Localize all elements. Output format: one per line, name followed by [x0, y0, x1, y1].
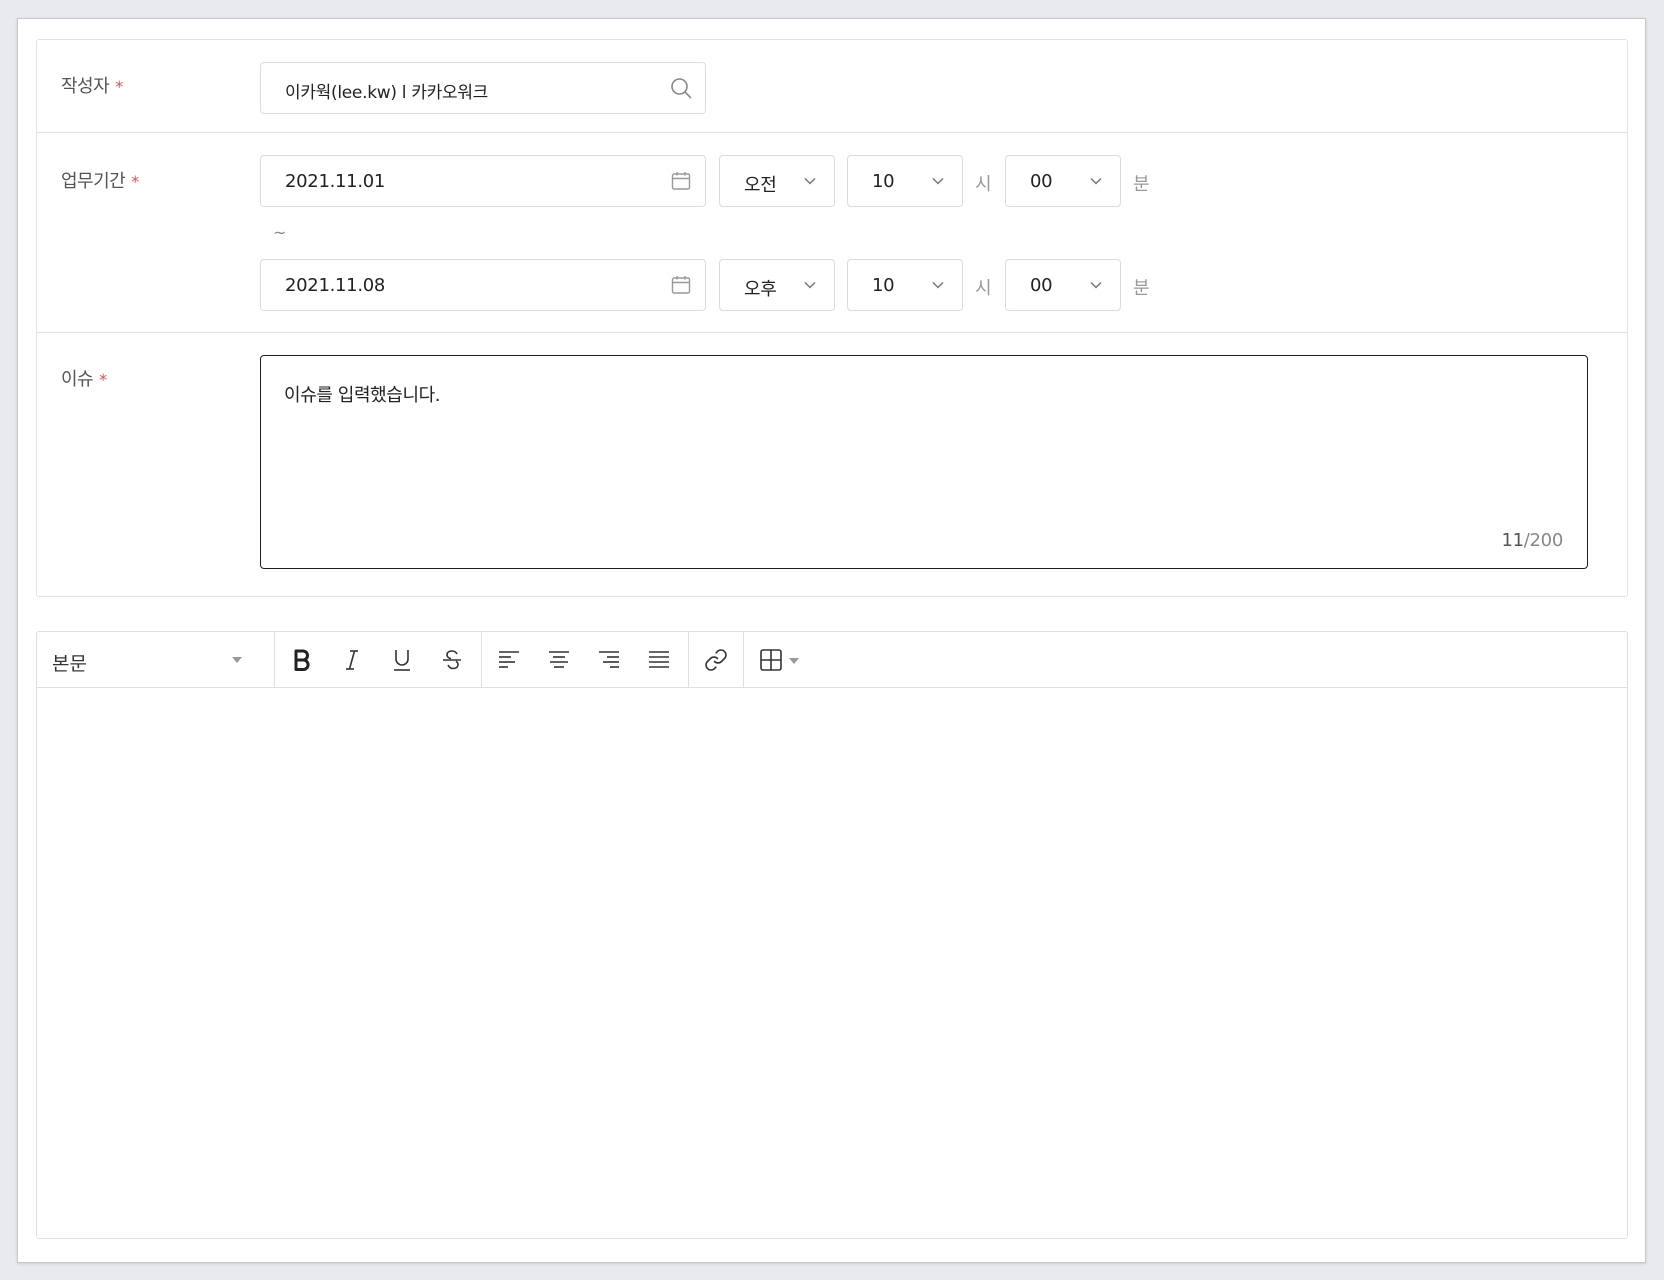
chevron-down-icon [932, 281, 944, 289]
author-value: 이카웍(lee.kw) l 카카오워크 [285, 83, 489, 103]
strikethrough-icon[interactable] [438, 646, 466, 674]
end-ampm-select[interactable]: 오후 [719, 259, 835, 311]
required-mark: * [131, 172, 139, 191]
text-format-group [275, 632, 482, 687]
issue-text-value: 이슈를 입력했습니다. [284, 385, 441, 406]
table-icon[interactable] [757, 646, 785, 674]
align-center-icon[interactable] [545, 646, 573, 674]
caret-down-icon[interactable] [788, 656, 800, 666]
start-hour-select[interactable]: 10 [847, 155, 963, 207]
period-label-text: 업무기간 [61, 171, 126, 192]
link-icon[interactable] [702, 646, 730, 674]
start-ampm-select[interactable]: 오전 [719, 155, 835, 207]
underline-icon[interactable] [388, 646, 416, 674]
end-date-value: 2021.11.08 [285, 275, 386, 296]
alignment-group [482, 632, 689, 687]
issue-textarea[interactable]: 이슈를 입력했습니다. 11/200 [260, 355, 1588, 569]
rich-text-editor: 본문 [36, 631, 1628, 1239]
paragraph-style-value: 본문 [52, 653, 87, 675]
required-mark: * [99, 370, 107, 389]
form-panel: 작성자 * 이카웍(lee.kw) l 카카오워크 업무기간 * 2021.11.0… [36, 39, 1628, 597]
char-max: 200 [1529, 530, 1564, 551]
caret-down-icon [232, 657, 242, 663]
align-left-icon[interactable] [495, 646, 523, 674]
issue-label: 이슈 * [61, 365, 107, 391]
chevron-down-icon [932, 177, 944, 185]
period-label: 업무기간 * [61, 167, 139, 193]
editor-toolbar: 본문 [37, 632, 1627, 688]
italic-icon[interactable] [338, 646, 366, 674]
minute-unit-label: 분 [1133, 278, 1150, 299]
start-hour-value: 10 [872, 171, 895, 192]
chevron-down-icon [804, 281, 816, 289]
paragraph-style-select[interactable]: 본문 [37, 632, 275, 687]
start-ampm-value: 오전 [744, 175, 777, 196]
table-group [744, 632, 814, 687]
period-separator: ~ [273, 223, 287, 242]
start-minute-select[interactable]: 00 [1005, 155, 1121, 207]
author-label: 작성자 * [61, 72, 123, 98]
bold-icon[interactable] [288, 646, 316, 674]
end-minute-select[interactable]: 00 [1005, 259, 1121, 311]
hour-unit-label: 시 [975, 278, 992, 299]
chevron-down-icon [1090, 177, 1102, 185]
chevron-down-icon [804, 177, 816, 185]
author-label-text: 작성자 [61, 76, 110, 97]
author-row: 작성자 * 이카웍(lee.kw) l 카카오워크 [37, 40, 1627, 133]
end-ampm-value: 오후 [744, 279, 777, 300]
required-mark: * [115, 77, 123, 96]
end-minute-value: 00 [1030, 275, 1053, 296]
start-minute-value: 00 [1030, 171, 1053, 192]
calendar-icon[interactable] [669, 169, 693, 193]
start-date-value: 2021.11.01 [285, 171, 386, 192]
form-card: 작성자 * 이카웍(lee.kw) l 카카오워크 업무기간 * 2021.11.0… [17, 18, 1646, 1263]
minute-unit-label: 분 [1133, 174, 1150, 195]
hour-unit-label: 시 [975, 174, 992, 195]
link-group [689, 632, 744, 687]
author-search-field[interactable]: 이카웍(lee.kw) l 카카오워크 [260, 62, 706, 114]
end-hour-select[interactable]: 10 [847, 259, 963, 311]
issue-row: 이슈 * 이슈를 입력했습니다. 11/200 [37, 333, 1627, 596]
end-hour-value: 10 [872, 275, 895, 296]
align-right-icon[interactable] [595, 646, 623, 674]
start-date-field[interactable]: 2021.11.01 [260, 155, 706, 207]
editor-content-area[interactable] [37, 688, 1627, 1238]
chevron-down-icon [1090, 281, 1102, 289]
search-icon[interactable] [669, 76, 693, 100]
period-row: 업무기간 * 2021.11.01 오전 10 시 00 분 ~ 2021.11… [37, 133, 1627, 333]
end-date-field[interactable]: 2021.11.08 [260, 259, 706, 311]
char-counter: 11/200 [1501, 530, 1563, 551]
calendar-icon[interactable] [669, 273, 693, 297]
char-count: 11 [1501, 530, 1524, 551]
issue-label-text: 이슈 [61, 369, 94, 390]
align-justify-icon[interactable] [645, 646, 673, 674]
